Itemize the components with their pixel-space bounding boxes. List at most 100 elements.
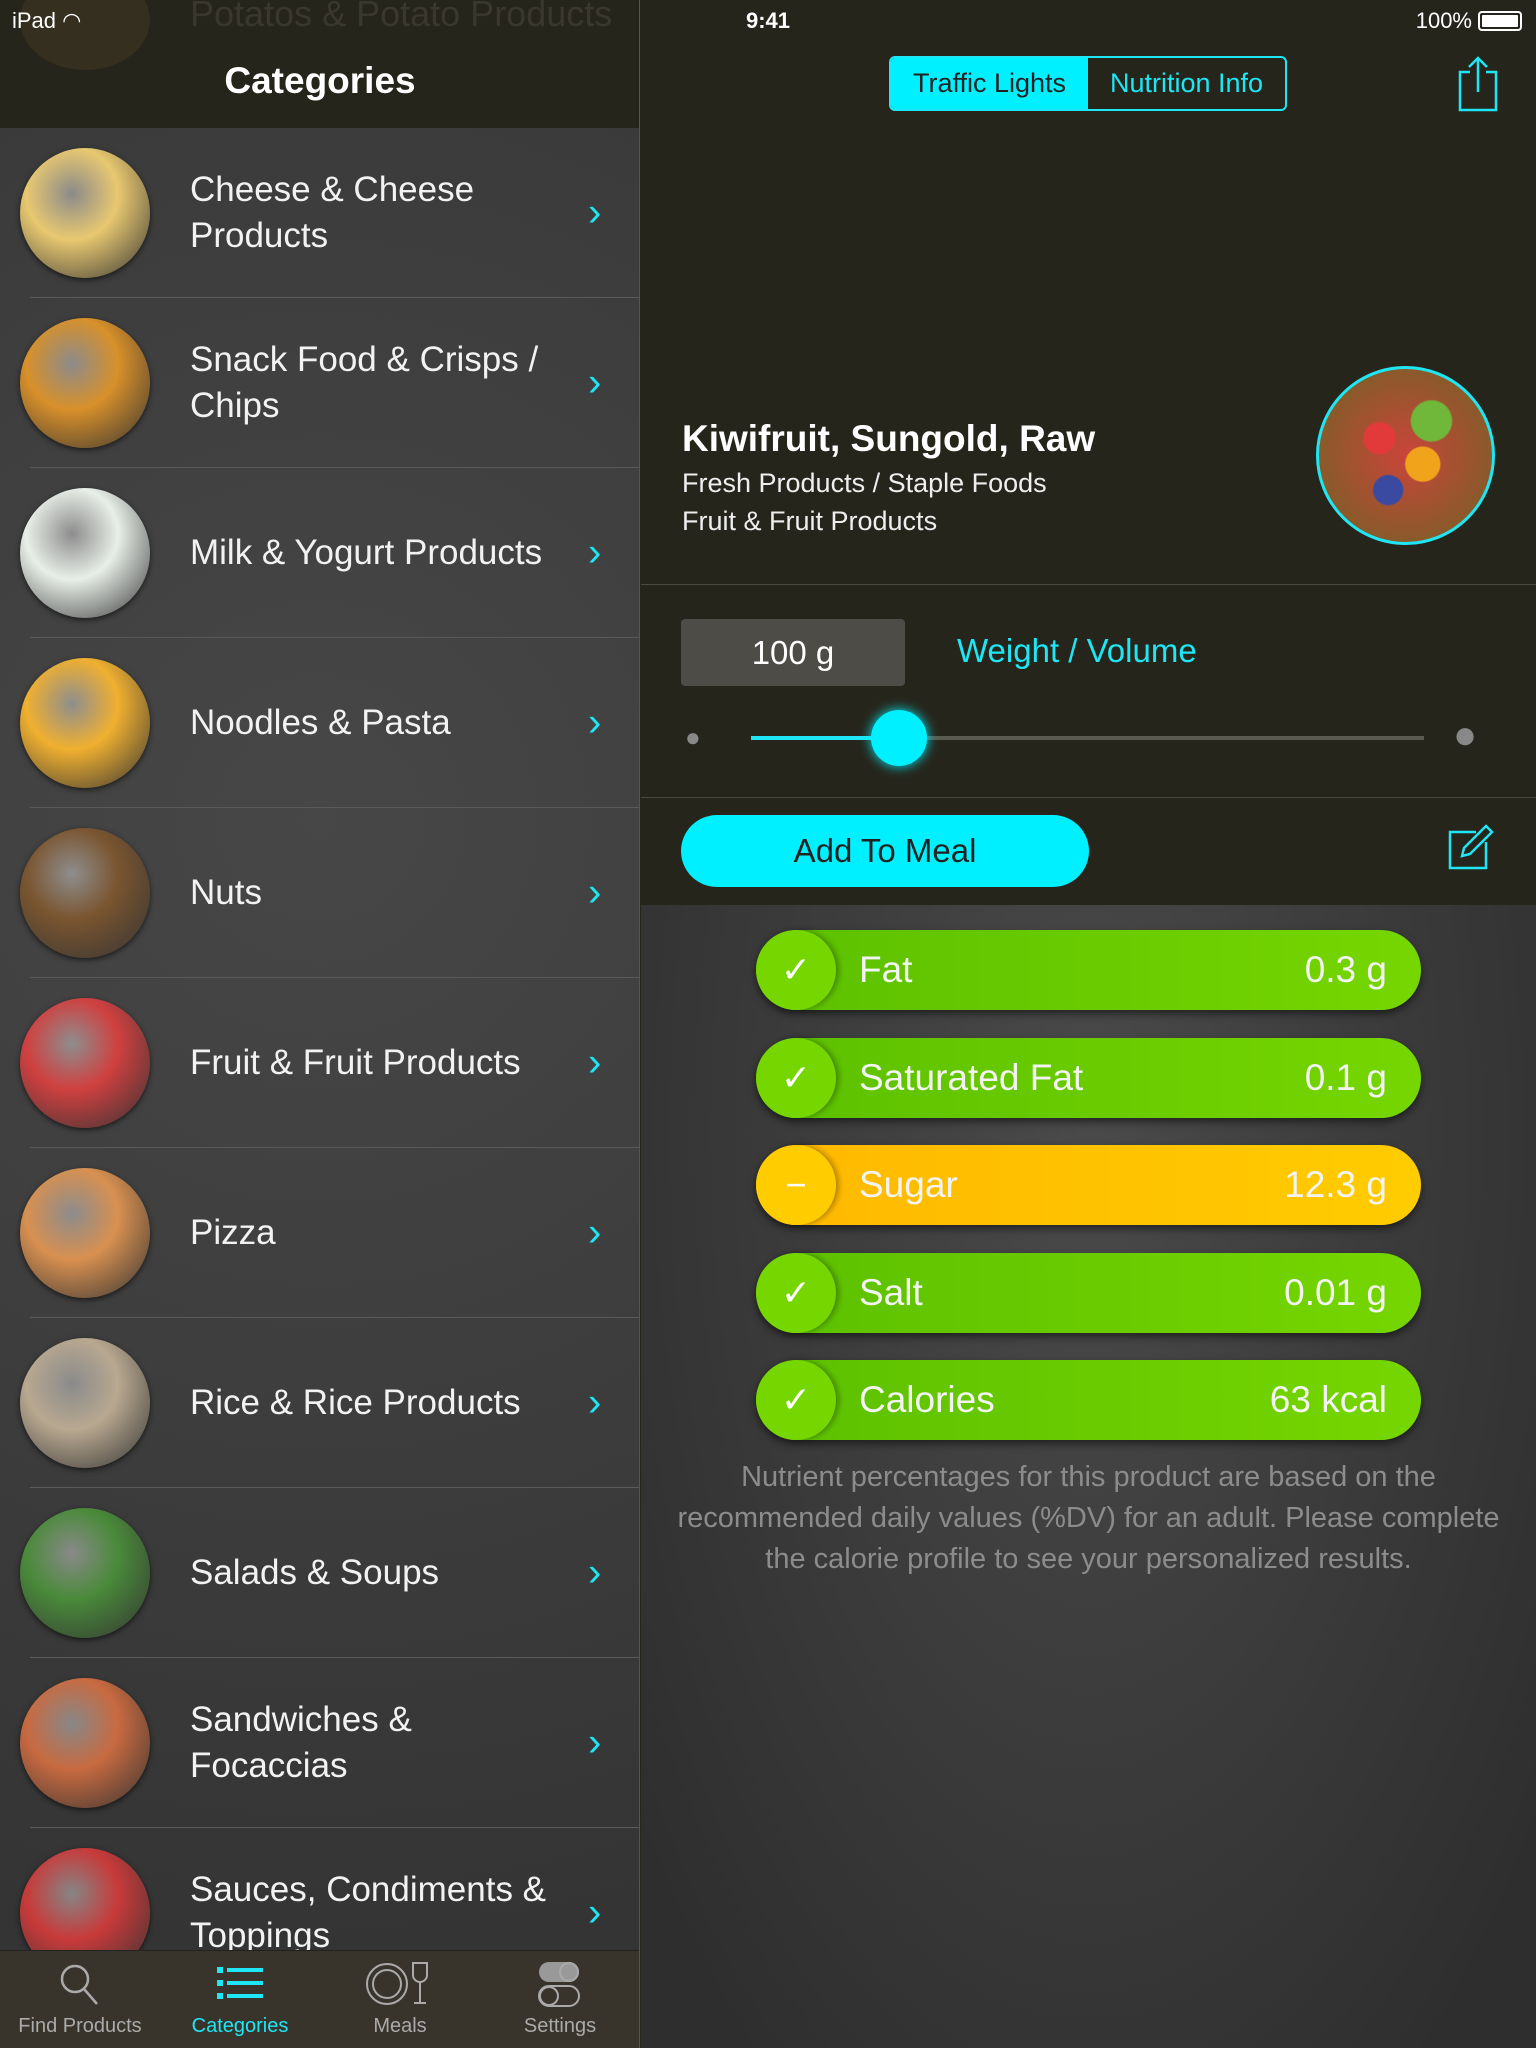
chevron-right-icon: ›: [588, 530, 602, 575]
categories-panel: Potatos & Potato Products iPad ◠ Categor…: [0, 0, 640, 2048]
category-thumbnail: [20, 1678, 150, 1808]
category-row[interactable]: Snack Food & Crisps / Chips ›: [0, 298, 639, 468]
nutrient-value: 63 kcal: [1269, 1379, 1387, 1420]
tab-label: Meals: [373, 2015, 427, 2037]
nutrient-value: 12.3 g: [1284, 1164, 1387, 1205]
status-device: iPad ◠: [12, 8, 81, 34]
product-subcategory: Fruit & Fruit Products: [682, 506, 938, 536]
weight-slider[interactable]: [751, 710, 1424, 766]
nutrient-bar-saturated-fat[interactable]: ✓ Saturated Fat 0.1 g: [756, 1037, 1421, 1118]
category-label: Pizza: [190, 1213, 276, 1252]
chevron-right-icon: ›: [588, 1890, 602, 1935]
chevron-right-icon: ›: [588, 1720, 602, 1765]
list-icon: [217, 1967, 263, 1999]
status-battery: 100%: [1416, 8, 1522, 34]
minus-icon: −: [756, 1145, 836, 1225]
categories-header: Potatos & Potato Products iPad ◠ Categor…: [0, 0, 639, 128]
tab-label: Settings: [523, 2015, 597, 2037]
page-title: Categories: [224, 60, 416, 101]
nutrient-value: 0.3 g: [1304, 949, 1387, 990]
nutrient-bar-sugar[interactable]: − Sugar 12.3 g: [756, 1145, 1421, 1225]
scrolled-row-label: Potatos & Potato Products: [190, 0, 613, 34]
category-row[interactable]: Cheese & Cheese Products ›: [0, 128, 639, 298]
chevron-right-icon: ›: [588, 360, 602, 405]
category-row[interactable]: Sandwiches & Focaccias ›: [0, 1658, 639, 1828]
category-thumbnail: [20, 998, 150, 1128]
view-segmented-control: Traffic Lights Nutrition Info: [889, 56, 1287, 111]
weight-volume-label[interactable]: Weight / Volume: [957, 632, 1197, 670]
device-label: iPad: [12, 8, 57, 33]
divider: [641, 797, 1536, 798]
weight-field[interactable]: 100 g: [681, 619, 905, 686]
category-label: Sandwiches & Focaccias: [190, 1700, 412, 1785]
category-row[interactable]: Pizza ›: [0, 1148, 639, 1318]
category-label: Fruit & Fruit Products: [190, 1043, 521, 1082]
product-name: Kiwifruit, Sungold, Raw: [682, 418, 1096, 459]
toggle-icon: [538, 1962, 580, 2007]
search-icon: [60, 1964, 98, 2005]
category-row[interactable]: Noodles & Pasta ›: [0, 638, 639, 808]
category-label: Noodles & Pasta: [190, 703, 451, 742]
large-apple-icon: ●: [1453, 713, 1478, 757]
chevron-right-icon: ›: [588, 700, 602, 745]
battery-percent: 100%: [1415, 8, 1472, 33]
category-row[interactable]: Nuts ›: [0, 808, 639, 978]
chevron-right-icon: ›: [588, 1550, 602, 1595]
check-icon: ✓: [756, 1360, 836, 1440]
tab-categories[interactable]: Categories: [160, 1951, 320, 2048]
category-thumbnail: [20, 148, 150, 278]
category-row[interactable]: Milk & Yogurt Products ›: [0, 468, 639, 638]
chevron-right-icon: ›: [588, 1040, 602, 1085]
check-icon: ✓: [756, 1037, 836, 1118]
slider-thumb[interactable]: [871, 710, 928, 766]
category-row[interactable]: Salads & Soups ›: [0, 1488, 639, 1658]
category-thumbnail: [20, 1508, 150, 1638]
category-label: Nuts: [190, 873, 262, 912]
add-to-meal-button[interactable]: Add To Meal: [681, 815, 1089, 887]
segment-nutrition-info[interactable]: Nutrition Info: [1088, 58, 1285, 109]
nutrient-bar-fat[interactable]: ✓ Fat 0.3 g: [756, 930, 1421, 1010]
category-thumbnail: [20, 828, 150, 958]
category-row[interactable]: Rice & Rice Products ›: [0, 1318, 639, 1488]
category-label: Salads & Soups: [190, 1553, 440, 1592]
category-thumbnail: [20, 1168, 150, 1298]
status-time: 9:41: [746, 8, 791, 33]
category-row[interactable]: Fruit & Fruit Products ›: [0, 978, 639, 1148]
chevron-right-icon: ›: [588, 1380, 602, 1425]
category-list: Cheese & Cheese Products › Snack Food & Cr…: [0, 128, 639, 1998]
nutrient-label: Calories: [859, 1379, 995, 1420]
nutrient-label: Sugar: [859, 1164, 958, 1205]
battery-icon: [1478, 11, 1522, 31]
disclaimer-text: Nutrient percentages for this product ar…: [677, 1461, 1500, 1575]
nutrient-label: Saturated Fat: [859, 1056, 1084, 1098]
wifi-icon: ◠: [62, 8, 82, 33]
category-label: Milk & Yogurt Products: [190, 533, 543, 572]
category-thumbnail: [20, 1338, 150, 1468]
plate-glass-icon: [366, 1962, 428, 2005]
category-label: Snack Food & Crisps / Chips: [190, 340, 539, 425]
small-apple-icon: ●: [685, 722, 701, 752]
nutrient-bar-calories[interactable]: ✓ Calories 63 kcal: [756, 1360, 1421, 1440]
tab-label: Categories: [191, 2015, 289, 2037]
category-label: Sauces, Condiments & Toppings: [190, 1870, 547, 1955]
product-category: Fresh Products / Staple Foods: [682, 468, 1047, 498]
chevron-right-icon: ›: [588, 190, 602, 235]
tab-meals[interactable]: Meals: [320, 1951, 480, 2048]
category-label: Cheese & Cheese Products: [190, 170, 475, 255]
category-label: Rice & Rice Products: [190, 1383, 521, 1422]
nutrient-label: Fat: [859, 949, 913, 990]
tab-find-products[interactable]: Find Products: [0, 1951, 160, 2048]
nutrient-value: 0.01 g: [1284, 1271, 1387, 1313]
check-icon: ✓: [756, 1252, 836, 1333]
check-icon: ✓: [756, 930, 836, 1010]
segment-traffic-lights[interactable]: Traffic Lights: [891, 58, 1088, 109]
tab-settings[interactable]: Settings: [480, 1951, 639, 2048]
nutrient-value: 0.1 g: [1304, 1056, 1387, 1098]
nutrient-bar-salt[interactable]: ✓ Salt 0.01 g: [756, 1252, 1421, 1333]
edit-icon[interactable]: [1446, 824, 1494, 872]
divider: [641, 584, 1536, 585]
share-icon[interactable]: [1456, 56, 1500, 112]
category-thumbnail: [20, 658, 150, 788]
chevron-right-icon: ›: [588, 870, 602, 915]
category-thumbnail: [20, 488, 150, 618]
